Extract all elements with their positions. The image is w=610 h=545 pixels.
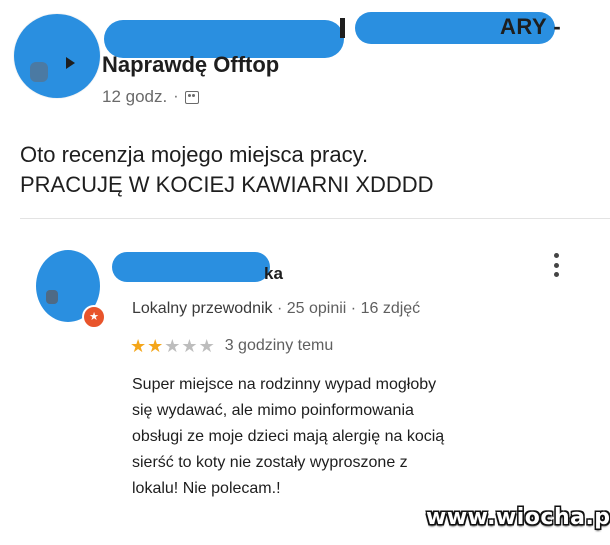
star-empty-icon: ★ [164,336,181,356]
post-text-line: PRACUJĘ W KOCIEJ KAWIARNI XDDDD [20,172,434,197]
star-filled-icon: ★ [147,336,164,356]
review-time: 3 godziny temu [224,337,334,354]
review-text-line: obsługi ze moje dzieci mają alergię na k… [132,428,445,445]
review-text-line: lokalu! Nie polecam.! [132,480,281,497]
star-rating: ★ ★ ★ ★ ★ [130,337,215,355]
watermark: www.wiocha.pl [426,505,610,530]
more-vertical-icon[interactable] [546,250,566,280]
local-guide-badge-icon: ★ [82,305,106,329]
post-meta: 12 godz. · [102,87,199,107]
post-time[interactable]: 12 godz. [102,87,167,107]
local-guide-label[interactable]: Lokalny przewodnik [132,300,273,317]
post-avatar[interactable] [14,14,100,98]
rating-row: ★ ★ ★ ★ ★ 3 godziny temu [130,337,333,355]
star-empty-icon: ★ [181,336,198,356]
post-text: Oto recenzja mojego miejsca pracy. PRACU… [20,140,434,200]
dot [553,253,559,258]
avatar-image-fragment [46,290,58,304]
redaction-mark [112,252,270,282]
star-filled-icon: ★ [130,336,147,356]
group-name-link[interactable]: Naprawdę Offtop [102,52,279,78]
post-text-line: Oto recenzja mojego miejsca pracy. [20,142,369,167]
post-header: ARY - Naprawdę Offtop 12 godz. · [0,0,610,120]
dot [553,262,559,268]
group-icon [184,90,199,104]
divider [20,218,610,219]
dot [553,272,559,277]
screenshot: ARY - Naprawdę Offtop 12 godz. · Oto rec… [0,0,610,545]
text-fragment [340,18,345,38]
review-text-line: Super miejsce na rodzinny wypad mogłoby [132,376,437,393]
star-empty-icon: ★ [198,336,215,356]
review-text: Super miejsce na rodzinny wypad mogłoby … [132,372,562,502]
group-name-tail: ARY - [500,14,562,39]
separator-dot: · [173,88,179,105]
reviewer-meta: Lokalny przewodnik · 25 opinii · 16 zdję… [132,300,420,318]
review-text-line: sierść to koty nie zostały wyproszone z [132,454,408,471]
review-text-line: się wydawać, ale mimo poinformowania [132,402,414,419]
reviewer-stats: · 25 opinii · 16 zdjęć [276,300,421,317]
reviewer-name-tail: ka [264,264,283,283]
avatar-image-fragment [30,62,48,82]
arrow-right-icon [66,57,75,69]
